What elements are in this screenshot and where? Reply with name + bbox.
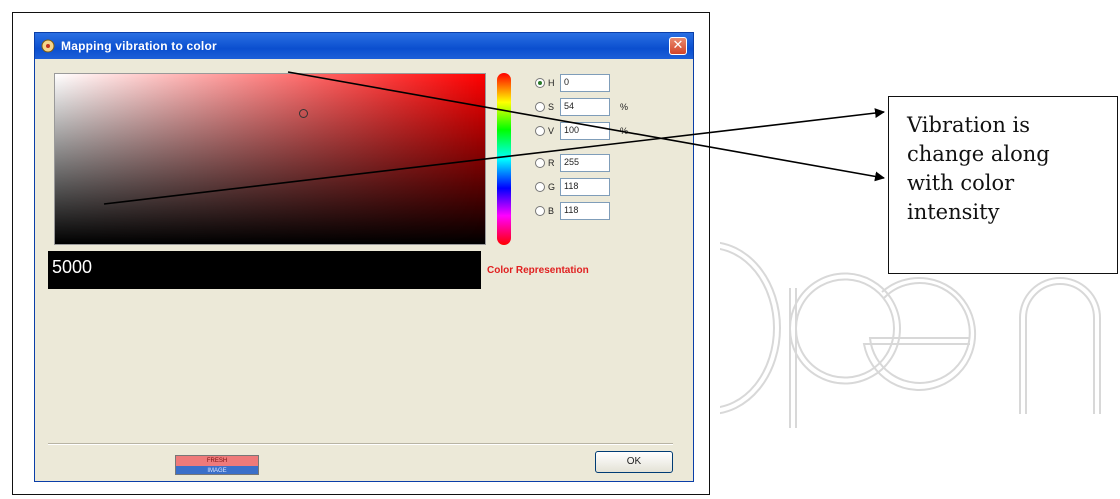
- unit-s: %: [620, 102, 629, 112]
- close-icon: ✕: [672, 38, 684, 53]
- field-row-h: H 0: [535, 73, 610, 93]
- radio-g[interactable]: [535, 182, 545, 192]
- input-b[interactable]: 118: [560, 202, 610, 220]
- radio-v[interactable]: [535, 126, 545, 136]
- annotation-callout: Vibration is change along with color int…: [888, 96, 1118, 274]
- color-mapping-dialog: Mapping vibration to color ✕ H 0 S 54 % …: [34, 32, 694, 482]
- divider: [48, 443, 673, 445]
- input-g[interactable]: 118: [560, 178, 610, 196]
- radio-s[interactable]: [535, 102, 545, 112]
- field-row-s: S 54 %: [535, 97, 628, 117]
- field-row-b: B 118: [535, 201, 610, 221]
- ok-button[interactable]: OK: [595, 451, 673, 473]
- field-label-h: H: [548, 78, 555, 88]
- input-r[interactable]: 255: [560, 154, 610, 172]
- field-label-b: B: [548, 206, 555, 216]
- hue-slider[interactable]: [497, 73, 511, 245]
- radio-r[interactable]: [535, 158, 545, 168]
- input-h[interactable]: 0: [560, 74, 610, 92]
- field-label-s: S: [548, 102, 555, 112]
- color-representation-label: Color Representation: [487, 265, 589, 276]
- radio-h[interactable]: [535, 78, 545, 88]
- swatch-top-label: FRESH: [176, 456, 258, 466]
- field-label-v: V: [548, 126, 555, 136]
- field-row-r: R 255: [535, 153, 610, 173]
- field-label-g: G: [548, 182, 556, 192]
- logo-swatch: FRESH IMAGE: [175, 455, 259, 475]
- field-label-r: R: [548, 158, 555, 168]
- input-s[interactable]: 54: [560, 98, 610, 116]
- field-row-v: V 100 %: [535, 121, 628, 141]
- window-title: Mapping vibration to color: [61, 39, 217, 53]
- unit-v: %: [620, 126, 629, 136]
- saturation-value-field[interactable]: [54, 73, 486, 245]
- radio-b[interactable]: [535, 206, 545, 216]
- swatch-bottom-label: IMAGE: [176, 466, 258, 474]
- close-button[interactable]: ✕: [669, 37, 687, 55]
- field-row-g: G 118: [535, 177, 610, 197]
- title-bar: Mapping vibration to color ✕: [35, 33, 693, 59]
- color-picker-marker[interactable]: [299, 109, 308, 118]
- vibration-value-display: 5000: [48, 251, 481, 289]
- app-icon: [41, 39, 55, 53]
- input-v[interactable]: 100: [560, 122, 610, 140]
